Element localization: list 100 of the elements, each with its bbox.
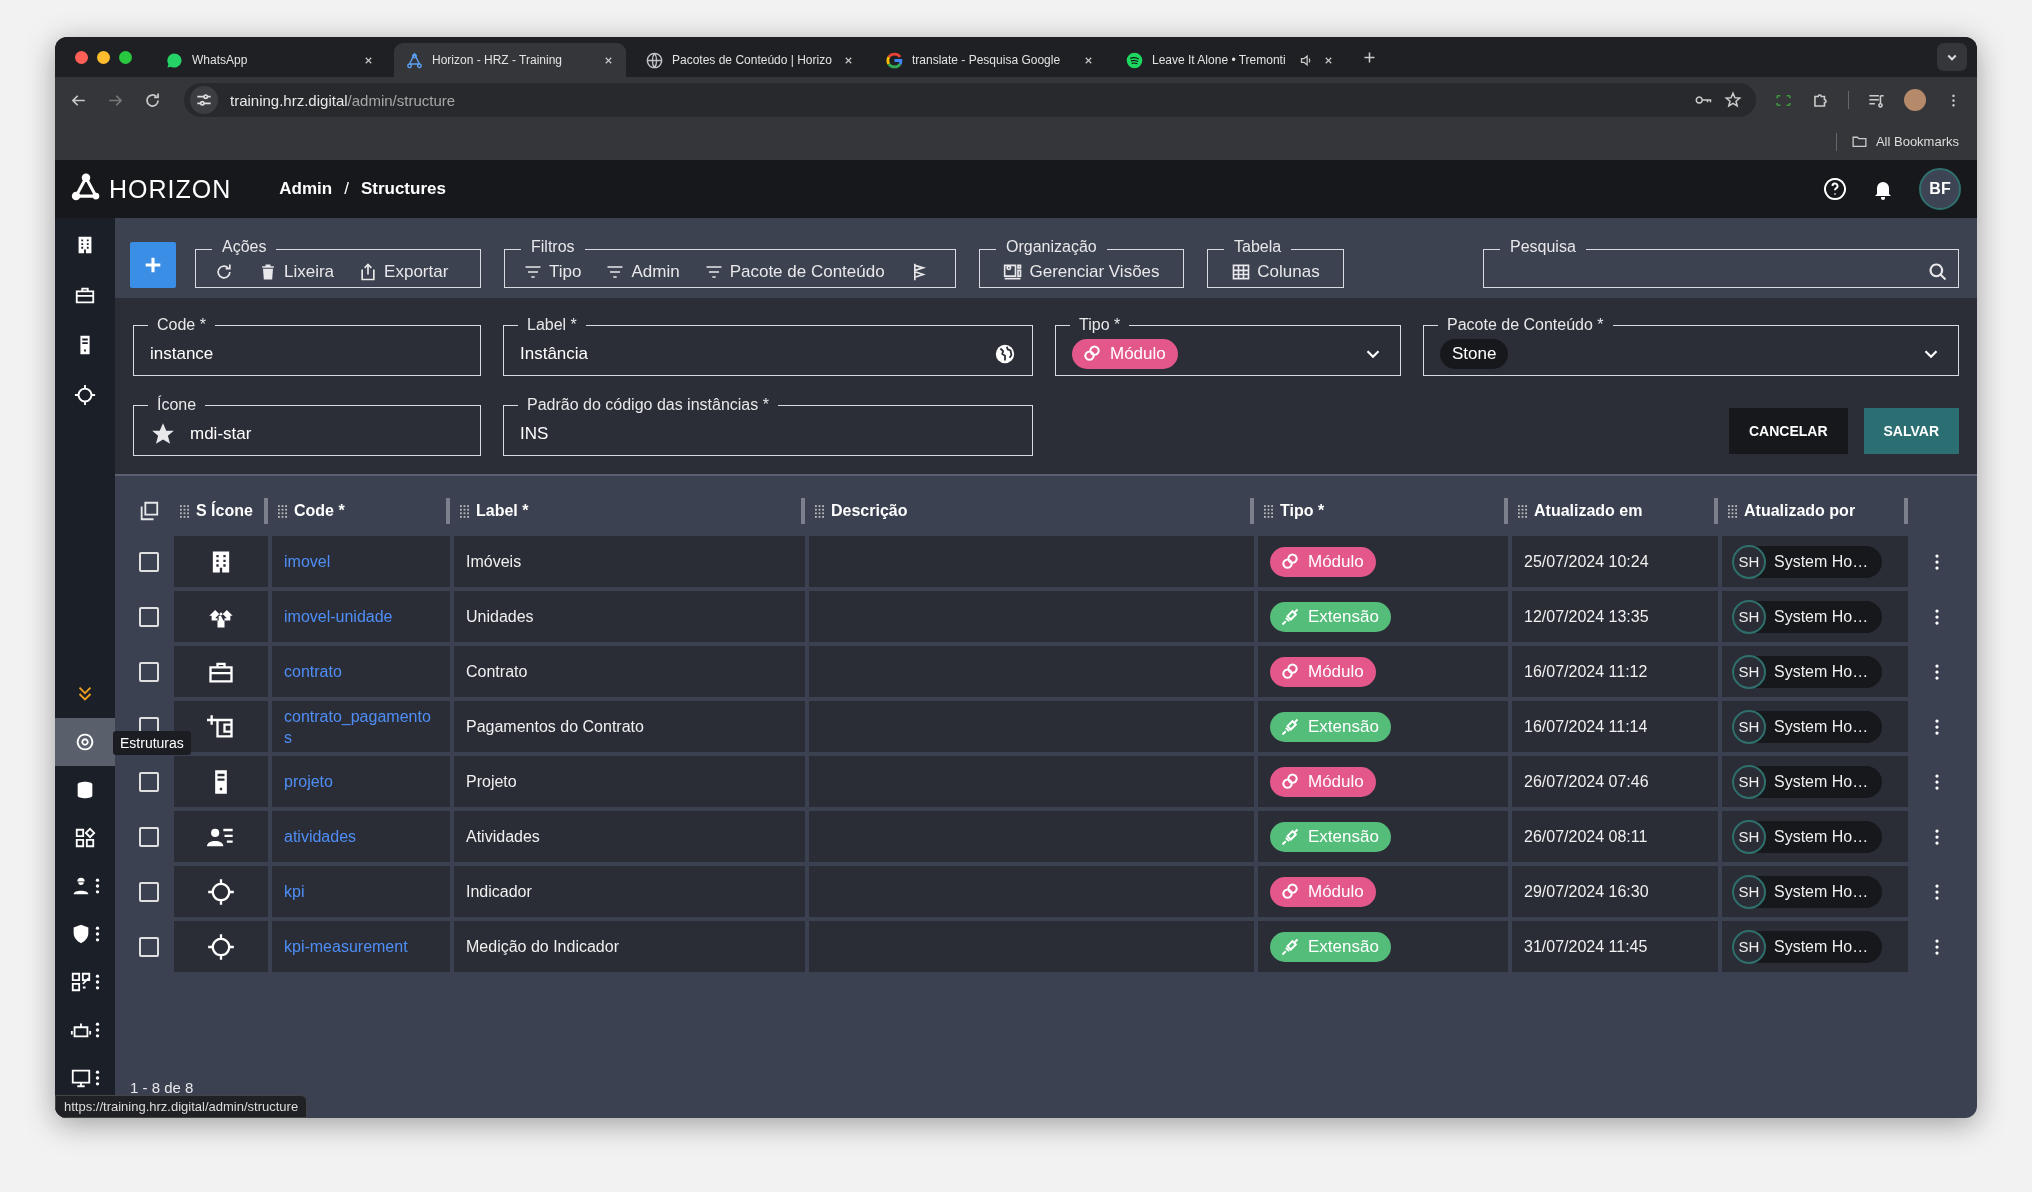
- widgets-icon: [74, 827, 96, 849]
- column-header[interactable]: Label *: [476, 502, 529, 520]
- all-bookmarks-button[interactable]: All Bookmarks: [1850, 133, 1959, 150]
- breadcrumb-link[interactable]: Admin: [279, 179, 333, 199]
- drag-handle-icon[interactable]: [1518, 504, 1527, 518]
- drag-handle-icon[interactable]: [1728, 504, 1737, 518]
- table-cell: Imóveis: [454, 536, 805, 587]
- search-field[interactable]: Pesquisa: [1483, 242, 1959, 288]
- bookmark-star-icon[interactable]: [1724, 91, 1742, 109]
- code-field[interactable]: Code * instance: [133, 318, 481, 376]
- user-name: System Ho…: [1774, 827, 1869, 846]
- crosshair-icon: [207, 932, 235, 961]
- row-checkbox[interactable]: [139, 661, 159, 682]
- save-button[interactable]: SALVAR: [1863, 408, 1959, 454]
- type-chip: Módulo: [1270, 876, 1376, 907]
- row-checkbox[interactable]: [139, 881, 159, 902]
- toolbar-button[interactable]: Colunas: [1223, 259, 1328, 284]
- code-pattern-field[interactable]: Padrão do código das instâncias * INS: [503, 398, 1033, 456]
- plug-icon: [1280, 606, 1300, 627]
- more-icon[interactable]: [95, 924, 100, 944]
- user-name: System Ho…: [1774, 717, 1869, 736]
- user-avatar: SH: [1732, 874, 1766, 909]
- code-link[interactable]: atividades: [284, 826, 357, 847]
- table-cell: 26/07/2024 08:11: [1512, 811, 1718, 862]
- toolbar-button[interactable]: Admin: [597, 259, 688, 284]
- tab-search-button[interactable]: [1937, 43, 1967, 71]
- browser-tab[interactable]: Horizon - HRZ - Training: [394, 43, 626, 77]
- drag-handle-icon[interactable]: [1264, 504, 1273, 518]
- group-label: Tabela: [1233, 240, 1283, 254]
- label-field[interactable]: Label * Instância: [503, 318, 1033, 376]
- row-checkbox[interactable]: [139, 936, 159, 957]
- add-button[interactable]: [130, 242, 176, 288]
- column-header[interactable]: S Ícone: [196, 502, 253, 520]
- reload-icon[interactable]: [143, 90, 162, 110]
- user-name: System Ho…: [1774, 937, 1869, 956]
- globe-icon: [646, 51, 663, 69]
- user-avatar[interactable]: BF: [1919, 168, 1961, 210]
- code-link[interactable]: contrato: [284, 661, 342, 682]
- column-header[interactable]: Descrição: [831, 502, 908, 520]
- table-cell: Unidades: [454, 591, 805, 642]
- row-checkbox[interactable]: [139, 771, 159, 792]
- url-tooltip: https://training.hrz.digital/admin/structure: [55, 1095, 308, 1118]
- logo-icon: [406, 51, 423, 69]
- browser-tab[interactable]: Pacotes de Conteúdo | Horizo: [634, 43, 866, 77]
- logo-text: HORIZON: [109, 174, 232, 204]
- code-link[interactable]: imovel: [284, 551, 331, 572]
- table-cell: 12/07/2024 13:35: [1512, 591, 1718, 642]
- table-cell: 25/07/2024 10:24: [1512, 536, 1718, 587]
- search-icon[interactable]: [1928, 261, 1948, 282]
- content-package-select[interactable]: Pacote de Conteúdo * Stone: [1423, 318, 1959, 376]
- help-icon[interactable]: [1823, 177, 1847, 201]
- address-bar[interactable]: training.hrz.digital/admin/structure: [184, 83, 1756, 117]
- drag-handle-icon[interactable]: [815, 504, 824, 518]
- toolbar-button[interactable]: Lixeira: [250, 259, 343, 284]
- browser-tab[interactable]: Leave It Alone • Tremonti: [1114, 43, 1346, 77]
- drag-handle-icon[interactable]: [180, 504, 189, 518]
- user-avatar: SH: [1732, 819, 1766, 854]
- minimize-window-button[interactable]: [97, 50, 110, 64]
- toolbar-button[interactable]: Exportar: [350, 259, 457, 284]
- multicolor-ring-icon: [886, 51, 903, 69]
- pagination-text: 1 - 8 de 8: [129, 1079, 195, 1096]
- breadcrumb-link[interactable]: Structures: [360, 179, 446, 199]
- more-icon[interactable]: [95, 972, 100, 992]
- circles-icon: [1280, 881, 1300, 902]
- browser-tab[interactable]: WhatsApp: [154, 43, 386, 77]
- column-header[interactable]: Code *: [294, 502, 345, 520]
- table-cell: 16/07/2024 11:14: [1512, 701, 1718, 752]
- profile-avatar[interactable]: [1904, 89, 1926, 111]
- user-avatar: SH: [1732, 654, 1766, 689]
- toolbar-button[interactable]: Tipo: [515, 259, 590, 284]
- more-icon[interactable]: [95, 876, 100, 896]
- more-icon[interactable]: [95, 1020, 100, 1040]
- group-label: Ações: [221, 240, 268, 254]
- table-cell: 31/07/2024 11:45: [1512, 921, 1718, 972]
- globe-icon[interactable]: [994, 342, 1016, 365]
- table-cell: Indicador: [454, 866, 805, 917]
- cancel-button[interactable]: CANCELAR: [1728, 408, 1848, 454]
- column-header[interactable]: Atualizado por: [1744, 502, 1856, 520]
- drag-handle-icon[interactable]: [460, 504, 469, 518]
- user-avatar: SH: [1732, 599, 1766, 634]
- type-select[interactable]: Tipo * Módulo: [1055, 318, 1401, 376]
- toolbar-button[interactable]: Pacote de Conteúdo: [695, 259, 893, 284]
- row-checkbox[interactable]: [139, 551, 159, 572]
- code-link[interactable]: projeto: [284, 771, 333, 792]
- circles-icon: [1280, 661, 1300, 682]
- table-cell: Atividades: [454, 811, 805, 862]
- close-window-button[interactable]: [75, 50, 88, 64]
- table-cell: 16/07/2024 11:12: [1512, 646, 1718, 697]
- browser-tab[interactable]: translate - Pesquisa Google: [874, 43, 1106, 77]
- code-link[interactable]: kpi: [284, 881, 305, 902]
- row-checkbox[interactable]: [139, 606, 159, 627]
- drag-handle-icon[interactable]: [278, 504, 287, 518]
- toolbar-button[interactable]: Gerenciar Visões: [995, 259, 1168, 284]
- more-icon[interactable]: [95, 1068, 100, 1088]
- select-all-icon[interactable]: [138, 500, 160, 522]
- row-checkbox[interactable]: [139, 826, 159, 847]
- column-header[interactable]: Atualizado em: [1534, 502, 1643, 520]
- zoom-window-button[interactable]: [119, 50, 132, 64]
- site-settings-icon[interactable]: [190, 86, 218, 114]
- column-header[interactable]: Tipo *: [1280, 502, 1325, 520]
